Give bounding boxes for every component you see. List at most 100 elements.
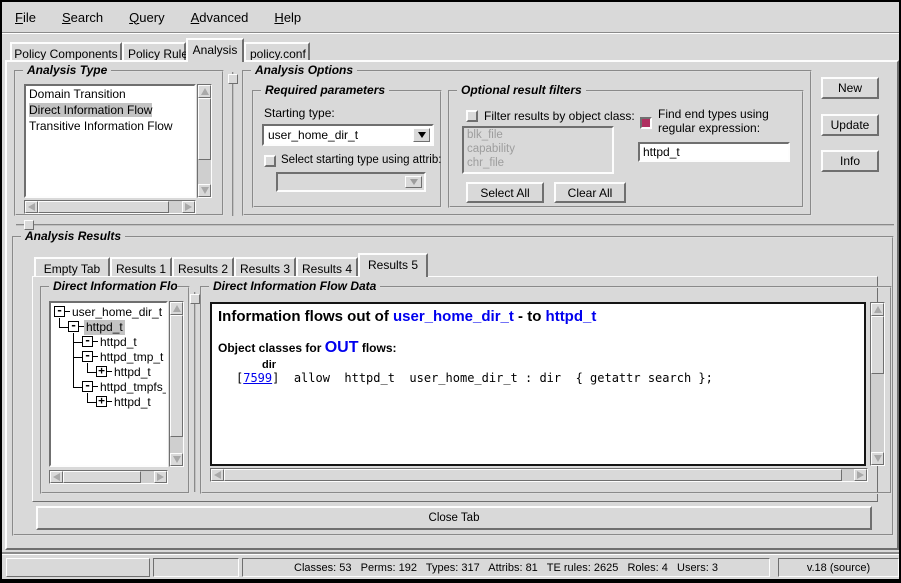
analysis-type-title: Analysis Type: [23, 63, 111, 77]
tab-policy-rules-label: Policy Rules: [128, 47, 194, 61]
flow-data-vscrollbar[interactable]: [870, 302, 885, 466]
scroll-up-icon[interactable]: [170, 302, 183, 315]
new-button[interactable]: New: [821, 77, 879, 99]
info-button-label: Info: [840, 154, 860, 168]
analysis-type-vscroll-thumb[interactable]: [198, 98, 211, 160]
tree-node-label[interactable]: httpd_tmpfs_t: [98, 380, 168, 395]
scroll-right-icon[interactable]: [854, 469, 867, 481]
menu-search[interactable]: Search: [49, 6, 116, 29]
regex-input[interactable]: [638, 142, 790, 162]
analysis-options-title: Analysis Options: [251, 63, 357, 77]
tab-policy-conf[interactable]: policy.conf: [244, 42, 310, 62]
tree-node-label-selected[interactable]: httpd_t: [84, 320, 125, 335]
starting-type-dropdown-icon[interactable]: [413, 128, 430, 142]
menu-query-label: Query: [129, 10, 164, 25]
results-tab-5-label: Results 5: [368, 258, 418, 272]
update-button-label: Update: [831, 118, 870, 132]
flow-tree-panel: Direct Information Flow Tree -user_home_…: [40, 286, 190, 494]
analysis-type-item-transitive-information-flow[interactable]: Transitive Information Flow: [26, 118, 194, 134]
scroll-down-icon[interactable]: [871, 452, 884, 465]
analysis-type-vscrollbar[interactable]: [197, 84, 212, 198]
menu-query[interactable]: Query: [116, 6, 177, 29]
results-tab-5[interactable]: Results 5: [358, 253, 428, 277]
results-tab-4[interactable]: Results 4: [296, 257, 358, 277]
analysis-type-hscroll-thumb[interactable]: [38, 201, 169, 213]
analysis-type-hscrollbar[interactable]: [24, 200, 196, 214]
results-tab-1[interactable]: Results 1: [110, 257, 172, 277]
top-vertical-sash-handle[interactable]: [228, 74, 238, 84]
tree-expander[interactable]: -: [82, 351, 93, 362]
results-tab-3[interactable]: Results 3: [234, 257, 296, 277]
tab-analysis[interactable]: Analysis: [186, 38, 244, 62]
tree-expander[interactable]: +: [96, 366, 107, 377]
tree-node-label[interactable]: httpd_t: [112, 365, 153, 380]
results-horizontal-sash[interactable]: [16, 224, 894, 226]
analysis-results-title: Analysis Results: [21, 229, 125, 243]
tree-expander[interactable]: -: [68, 321, 79, 332]
tree-node-label[interactable]: httpd_t: [98, 335, 139, 350]
menu-advanced-label: Advanced: [191, 10, 249, 25]
flow-tree-vscrollbar[interactable]: [169, 301, 184, 467]
status-separator: [2, 552, 899, 554]
tree-expander[interactable]: +: [96, 396, 107, 407]
flow-data-hscroll-thumb[interactable]: [224, 469, 842, 481]
scroll-right-icon[interactable]: [182, 201, 195, 213]
scroll-left-icon[interactable]: [50, 471, 63, 483]
scroll-up-icon[interactable]: [198, 85, 211, 98]
regex-checkbox[interactable]: [640, 117, 652, 129]
scroll-down-icon[interactable]: [170, 453, 183, 466]
scroll-right-icon[interactable]: [154, 471, 167, 483]
scroll-left-icon[interactable]: [211, 469, 224, 481]
update-button[interactable]: Update: [821, 114, 879, 136]
tree-node-label[interactable]: httpd_tmp_t: [98, 350, 165, 365]
menu-help-label: Help: [274, 10, 301, 25]
tree-expander[interactable]: -: [54, 306, 65, 317]
starting-type-label: Starting type:: [264, 106, 335, 120]
flow-tree-hscrollbar[interactable]: [49, 470, 168, 484]
flow-data-hscrollbar[interactable]: [210, 468, 868, 482]
tree-node-label[interactable]: httpd_t: [112, 395, 153, 410]
close-tab-button[interactable]: Close Tab: [36, 506, 872, 530]
top-vertical-sash[interactable]: [232, 72, 234, 216]
tab-policy-rules[interactable]: Policy Rules: [122, 42, 186, 62]
results-tab-empty-label: Empty Tab: [44, 262, 100, 276]
flow-tree-vscroll-thumb[interactable]: [170, 315, 183, 437]
scroll-left-icon[interactable]: [25, 201, 38, 213]
analysis-options-panel: Analysis Options Required parameters Sta…: [242, 70, 812, 216]
select-all-button[interactable]: Select All: [466, 182, 544, 203]
tree-data-sash[interactable]: [194, 292, 196, 492]
results-horizontal-sash-handle[interactable]: [24, 220, 34, 230]
flow-data-vscroll-thumb[interactable]: [871, 316, 884, 374]
clear-all-button[interactable]: Clear All: [554, 182, 626, 203]
flow-data-textarea: Information flows out of user_home_dir_t…: [210, 302, 866, 466]
info-button[interactable]: Info: [821, 150, 879, 172]
menu-advanced[interactable]: Advanced: [178, 6, 262, 29]
tab-policy-components[interactable]: Policy Components: [10, 42, 122, 62]
results-tab-2[interactable]: Results 2: [172, 257, 234, 277]
status-empty-segment: [153, 558, 239, 577]
tree-node-label[interactable]: user_home_dir_t: [70, 305, 164, 320]
results-tab-empty[interactable]: Empty Tab: [34, 257, 110, 277]
menu-bar: File Search Query Advanced Help: [2, 2, 899, 32]
starting-type-combobox[interactable]: user_home_dir_t: [262, 124, 434, 146]
menu-help[interactable]: Help: [261, 6, 314, 29]
filter-object-class-checkbox[interactable]: [466, 110, 478, 122]
regex-checkbox-label[interactable]: Find end types using regular expression:: [658, 107, 794, 135]
attrib-checkbox-label[interactable]: Select starting type using attrib:: [281, 154, 441, 166]
filter-object-class-label[interactable]: Filter results by object class:: [484, 109, 635, 123]
tree-data-sash-handle[interactable]: [190, 294, 200, 304]
analysis-type-item-domain-transition[interactable]: Domain Transition: [26, 86, 194, 102]
analysis-type-item-direct-information-flow[interactable]: Direct Information Flow: [29, 103, 152, 117]
tree-expander[interactable]: -: [82, 336, 93, 347]
rule-line: [7599] allow httpd_t user_home_dir_t : d…: [236, 371, 858, 385]
menu-file[interactable]: File: [2, 6, 49, 29]
attrib-checkbox[interactable]: [264, 155, 276, 167]
tab-policy-conf-label: policy.conf: [250, 47, 306, 61]
attrib-combobox-disabled: [276, 172, 426, 192]
scroll-down-icon[interactable]: [198, 184, 211, 197]
scroll-up-icon[interactable]: [871, 303, 884, 316]
rule-id-link[interactable]: 7599: [243, 371, 272, 385]
flow-tree-hscroll-thumb[interactable]: [63, 471, 141, 483]
tree-expander[interactable]: -: [82, 381, 93, 392]
menu-search-label: Search: [62, 10, 103, 25]
